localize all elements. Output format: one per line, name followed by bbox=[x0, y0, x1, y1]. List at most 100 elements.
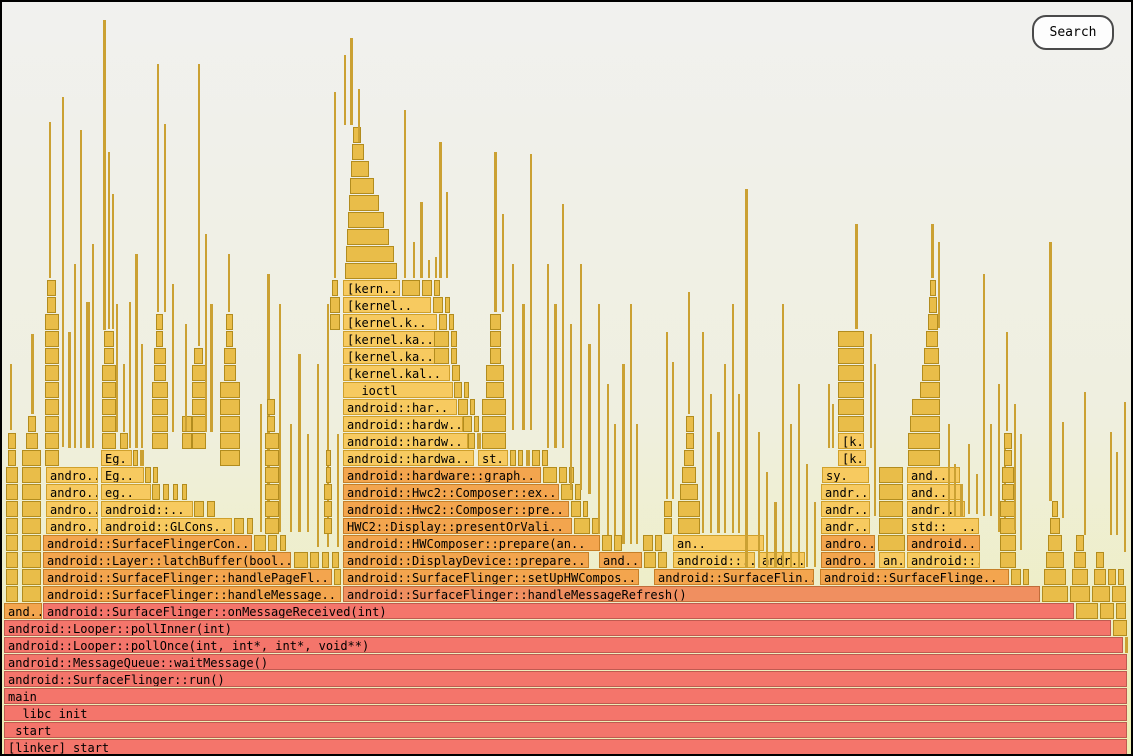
frame-sliver[interactable] bbox=[112, 194, 114, 329]
frame-sliver[interactable] bbox=[960, 484, 963, 516]
frame-sliver[interactable] bbox=[317, 364, 319, 547]
frame-small[interactable] bbox=[433, 297, 443, 313]
frame-sliver[interactable] bbox=[954, 464, 956, 516]
frame[interactable]: android::Hwc2::Composer::pre.. bbox=[343, 501, 569, 517]
frame-small[interactable] bbox=[45, 433, 59, 449]
frame-small[interactable] bbox=[458, 399, 468, 415]
frame-small[interactable] bbox=[1116, 603, 1126, 619]
frame-sliver[interactable] bbox=[758, 432, 760, 567]
frame-small[interactable] bbox=[1074, 552, 1086, 568]
frame-small[interactable] bbox=[332, 552, 339, 568]
frame[interactable]: android::hardw.. bbox=[343, 433, 468, 449]
frame-sliver[interactable] bbox=[1110, 432, 1112, 535]
frame-small[interactable] bbox=[247, 518, 253, 534]
frame-small[interactable] bbox=[644, 552, 656, 568]
frame-small[interactable] bbox=[6, 552, 18, 568]
frame-small[interactable] bbox=[1094, 569, 1106, 585]
frame-small[interactable] bbox=[152, 382, 168, 398]
frame-small[interactable] bbox=[912, 399, 940, 415]
frame-small[interactable] bbox=[351, 161, 369, 177]
frame-small[interactable] bbox=[510, 450, 516, 466]
frame-small[interactable] bbox=[1004, 450, 1012, 466]
frame-small[interactable] bbox=[1050, 518, 1060, 534]
frame-sliver[interactable] bbox=[983, 274, 985, 516]
frame-small[interactable] bbox=[879, 467, 903, 483]
frame-small[interactable] bbox=[1070, 586, 1090, 602]
frame-small[interactable] bbox=[194, 501, 204, 517]
frame-small[interactable] bbox=[154, 348, 166, 364]
frame[interactable]: _start bbox=[4, 722, 1127, 738]
frame-small[interactable] bbox=[45, 348, 59, 364]
frame[interactable]: android::hardwa.. bbox=[343, 450, 474, 466]
frame-sliver[interactable] bbox=[580, 264, 582, 490]
frame-small[interactable] bbox=[434, 331, 449, 347]
frame-small[interactable] bbox=[878, 535, 905, 551]
frame-small[interactable] bbox=[474, 416, 479, 432]
frame[interactable]: __libc_init bbox=[4, 705, 1127, 721]
frame-small[interactable] bbox=[163, 484, 169, 500]
frame-small[interactable] bbox=[324, 518, 332, 534]
frame-small[interactable] bbox=[145, 467, 151, 483]
frame[interactable]: andr.. bbox=[907, 501, 965, 517]
frame-small[interactable] bbox=[152, 416, 168, 432]
frame-small[interactable] bbox=[45, 416, 59, 432]
frame-sliver[interactable] bbox=[74, 264, 76, 448]
frame-small[interactable] bbox=[194, 348, 203, 364]
frame-small[interactable] bbox=[104, 331, 114, 347]
frame-small[interactable] bbox=[434, 348, 449, 364]
frame-small[interactable] bbox=[1092, 586, 1110, 602]
frame-small[interactable] bbox=[439, 314, 447, 330]
frame-small[interactable] bbox=[664, 518, 672, 534]
frame-small[interactable] bbox=[332, 280, 338, 296]
frame-sliver[interactable] bbox=[172, 284, 174, 432]
frame-small[interactable] bbox=[1072, 569, 1088, 585]
frame[interactable]: android::SurfaceFlinger::handleMessage.. bbox=[43, 586, 341, 602]
frame-small[interactable] bbox=[22, 501, 41, 517]
frame[interactable]: android::SurfaceFlinger::onMessageReceiv… bbox=[43, 603, 1074, 619]
frame-small[interactable] bbox=[920, 382, 940, 398]
frame-small[interactable] bbox=[265, 501, 279, 517]
frame-sliver[interactable] bbox=[31, 334, 34, 414]
frame-small[interactable] bbox=[1000, 535, 1016, 551]
frame-small[interactable] bbox=[173, 484, 178, 500]
frame[interactable]: main bbox=[4, 688, 1127, 704]
frame-small[interactable] bbox=[47, 297, 56, 313]
frame-sliver[interactable] bbox=[344, 55, 346, 125]
frame-sliver[interactable] bbox=[570, 324, 572, 490]
frame-sliver[interactable] bbox=[1062, 422, 1064, 518]
frame-sliver[interactable] bbox=[228, 254, 230, 312]
frame-small[interactable] bbox=[182, 433, 192, 449]
frame[interactable]: android::.. bbox=[673, 552, 755, 568]
frame-small[interactable] bbox=[1023, 569, 1029, 585]
frame[interactable]: andr.. bbox=[821, 484, 870, 500]
frame-small[interactable] bbox=[345, 263, 397, 279]
frame-small[interactable] bbox=[22, 552, 41, 568]
frame-sliver[interactable] bbox=[141, 344, 143, 448]
frame-small[interactable] bbox=[924, 348, 939, 364]
frame-small[interactable] bbox=[220, 399, 240, 415]
frame-sliver[interactable] bbox=[672, 362, 674, 499]
frame[interactable]: andro.. bbox=[46, 518, 98, 534]
frame-small[interactable] bbox=[434, 280, 440, 296]
frame-small[interactable] bbox=[922, 365, 940, 381]
frame-sliver[interactable] bbox=[210, 304, 213, 432]
frame-sliver[interactable] bbox=[562, 204, 564, 448]
frame[interactable]: andro.. bbox=[821, 552, 875, 568]
frame-sliver[interactable] bbox=[732, 304, 734, 533]
frame-small[interactable] bbox=[22, 569, 41, 585]
frame-small[interactable] bbox=[267, 399, 275, 415]
frame-small[interactable] bbox=[45, 331, 59, 347]
frame-sliver[interactable] bbox=[522, 304, 525, 430]
frame-sliver[interactable] bbox=[358, 89, 360, 142]
frame-small[interactable] bbox=[182, 416, 192, 432]
frame-small[interactable] bbox=[133, 450, 138, 466]
frame-small[interactable] bbox=[226, 314, 233, 330]
frame[interactable]: android::hardware::graph.. bbox=[343, 467, 541, 483]
frame[interactable]: [kernel.kal.. bbox=[343, 365, 450, 381]
frame[interactable]: android::hardw.. bbox=[343, 416, 463, 432]
frame-small[interactable] bbox=[655, 535, 662, 551]
frame-small[interactable] bbox=[22, 518, 41, 534]
frame-small[interactable] bbox=[322, 552, 329, 568]
frame-sliver[interactable] bbox=[446, 192, 448, 278]
frame-small[interactable] bbox=[265, 467, 279, 483]
